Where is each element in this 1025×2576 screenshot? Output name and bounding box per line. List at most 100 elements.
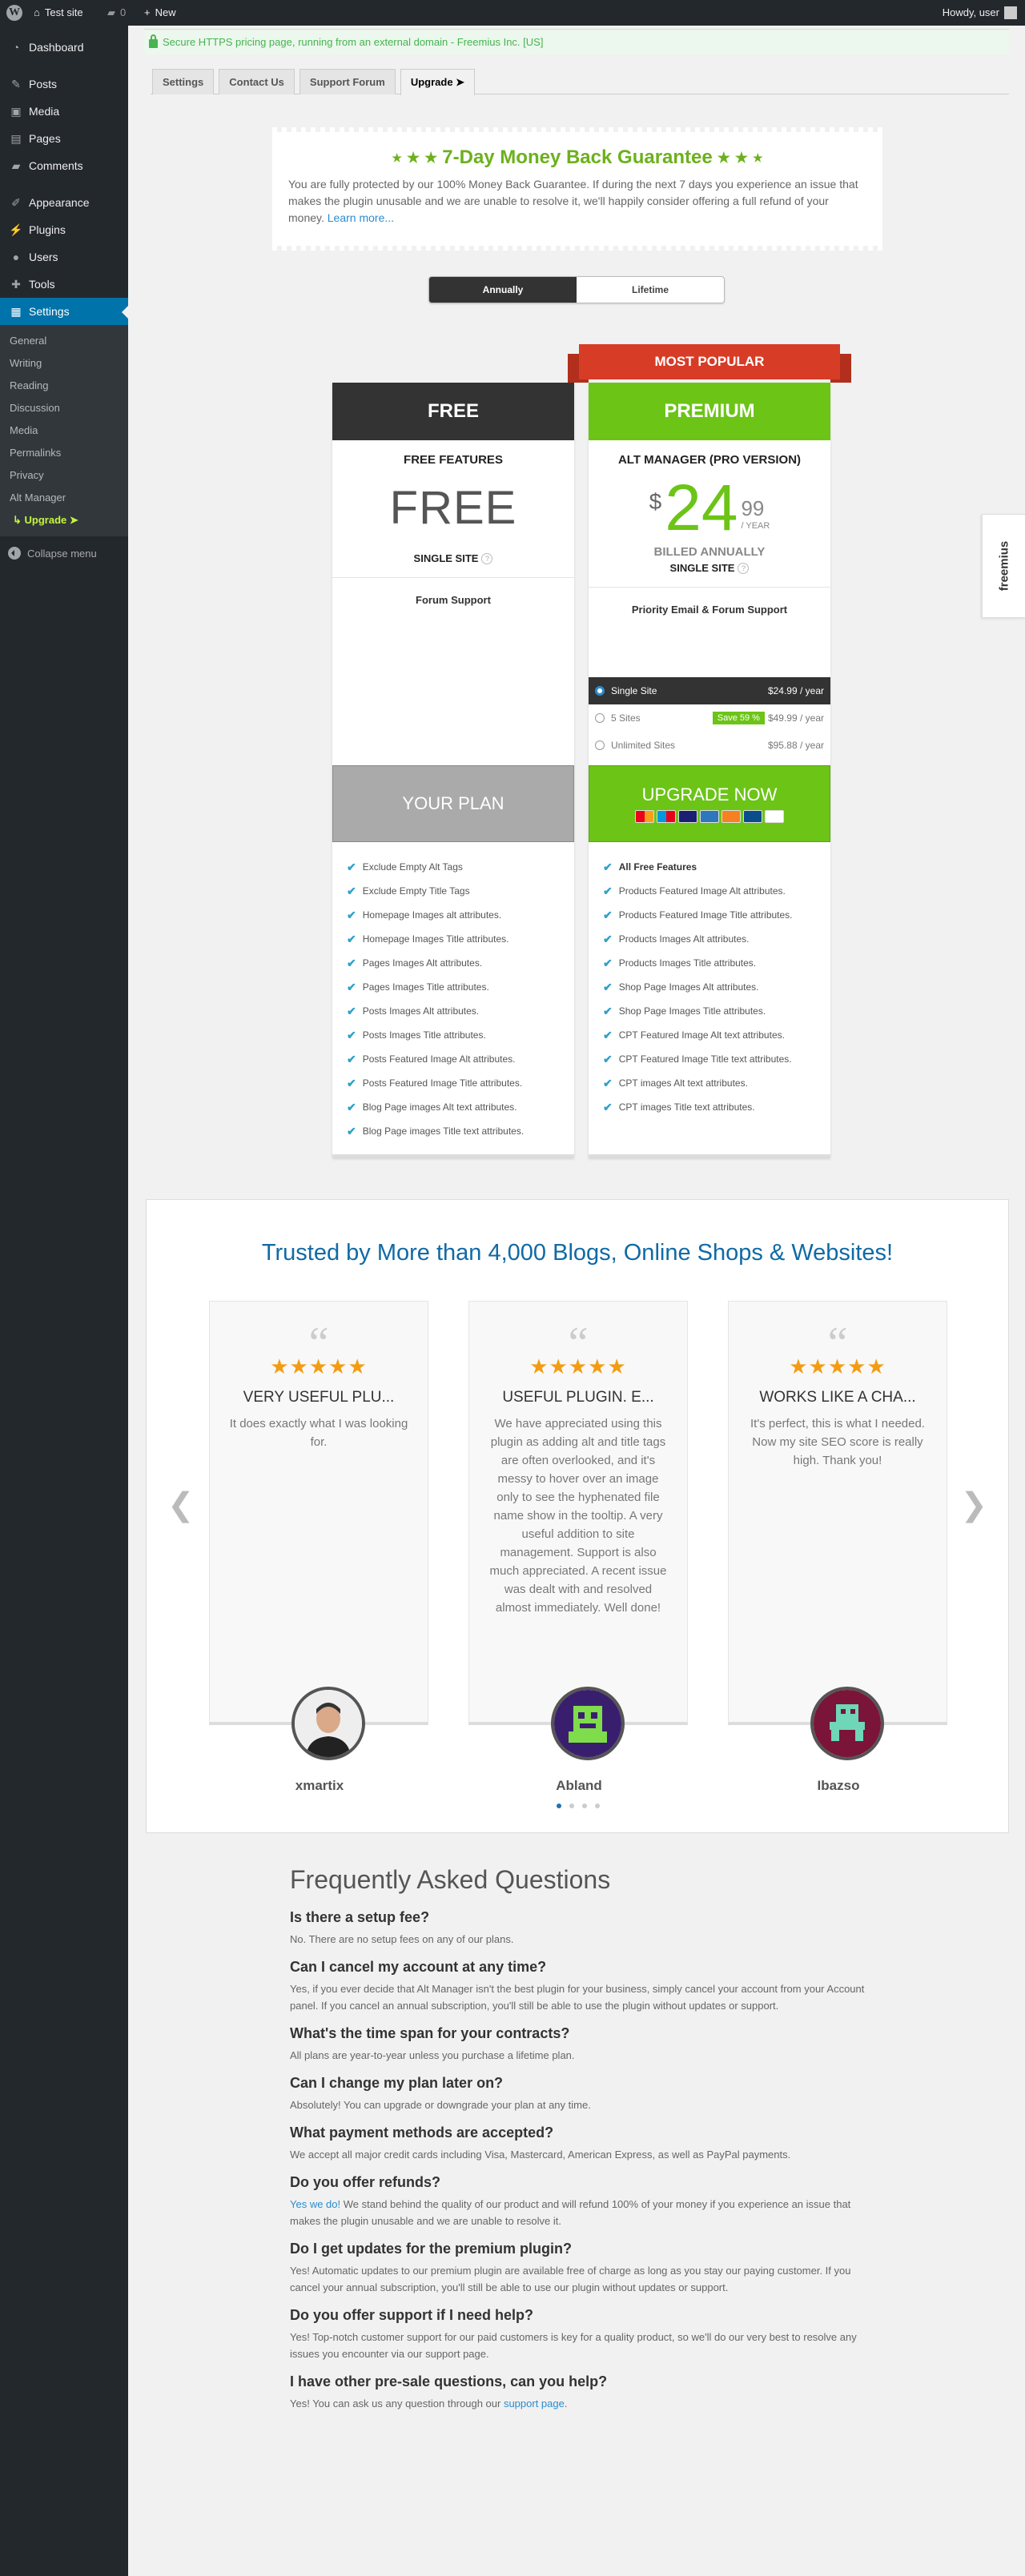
menu-plugins[interactable]: ⚡ Plugins [0, 216, 128, 243]
faq-answer: Yes! Automatic updates to our premium pl… [290, 2265, 851, 2293]
learn-more-link[interactable]: Learn more... [328, 211, 394, 224]
menu-appearance[interactable]: ✐ Appearance [0, 189, 128, 216]
plan-name: FREE [332, 383, 574, 440]
help-icon[interactable]: ? [738, 562, 750, 574]
menu-tools[interactable]: ✚ Tools [0, 271, 128, 298]
carousel-dot[interactable] [569, 1804, 574, 1808]
submenu-media[interactable]: Media [0, 419, 128, 442]
ribbon-label: MOST POPULAR [579, 344, 840, 379]
menu-comments[interactable]: ▰ Comments [0, 152, 128, 179]
faq-answer: We accept all major credit cards includi… [290, 2149, 791, 2161]
help-icon[interactable]: ? [481, 552, 493, 564]
star-icon: ★ [424, 149, 438, 166]
dashboard-icon: ◔ [12, 41, 20, 54]
site-name-link[interactable]: ⌂ Test site [34, 0, 83, 26]
plan-support: Forum Support [416, 594, 491, 606]
faq-answer: No. There are no setup fees on any of ou… [290, 1933, 514, 1945]
license-option-unlimited[interactable]: Unlimited Sites $95.88 / year [589, 732, 830, 759]
check-icon: ✔ [603, 1100, 613, 1113]
check-icon: ✔ [347, 956, 356, 969]
menu-pages[interactable]: ▤ Pages [0, 125, 128, 152]
savings-badge: Save 59 % [712, 712, 765, 724]
check-icon: ✔ [347, 1076, 356, 1089]
plan-features: ✔ Exclude Empty Alt Tags ✔ Exclude Empty T… [332, 855, 574, 1143]
submenu-upgrade[interactable]: ↳ Upgrade ➤ [0, 509, 128, 532]
collapse-menu-button[interactable]: Collapse menu [0, 540, 128, 567]
star-icon: ★ [753, 150, 763, 164]
check-icon: ✔ [603, 1052, 613, 1065]
check-icon: ✔ [347, 1052, 356, 1065]
list-item: ✔ CPT Featured Image Title text attribute… [603, 1052, 792, 1065]
carousel-dot[interactable] [557, 1804, 561, 1808]
admin-bar: W ⌂ Test site ▰ 0 + New Howdy, user [0, 0, 1025, 26]
tab-contact-us[interactable]: Contact Us [219, 69, 295, 94]
radio-button[interactable] [595, 740, 605, 750]
star-icon: ★ [734, 149, 749, 166]
submenu-discussion[interactable]: Discussion [0, 397, 128, 419]
radio-button[interactable] [595, 713, 605, 723]
radio-button[interactable] [595, 686, 605, 696]
license-option-single[interactable]: Single Site $24.99 / year [589, 677, 830, 704]
testimonial-author: xmartix [295, 1778, 344, 1793]
carousel-dot[interactable] [595, 1804, 600, 1808]
submenu-general[interactable]: General [0, 330, 128, 352]
faq-question: Is there a setup fee? [290, 1909, 430, 1925]
check-icon: ✔ [603, 932, 613, 945]
freemius-badge[interactable]: freemius [982, 514, 1025, 618]
license-options: Single Site $24.99 / year 5 Sites Save 59 … [589, 677, 830, 759]
wp-logo-button[interactable]: W [6, 0, 22, 26]
comments-link[interactable]: ▰ 0 [107, 0, 126, 26]
tab-settings[interactable]: Settings [152, 69, 215, 94]
chevron-left-icon[interactable]: ❮ [167, 1487, 195, 1523]
tab-upgrade[interactable]: Upgrade ➤ [400, 69, 476, 95]
plan-features: ✔ All Free Features ✔ Products Featured Im… [589, 855, 830, 1119]
avatar [810, 1687, 884, 1760]
menu-posts[interactable]: ✎ Posts [0, 70, 128, 98]
menu-media[interactable]: ▣ Media [0, 98, 128, 125]
testimonial-text: We have appreciated using this plugin as… [489, 1417, 667, 1615]
billing-annually-button[interactable]: Annually [429, 277, 577, 303]
comments-icon: ▰ [11, 158, 21, 172]
submenu-alt-manager[interactable]: Alt Manager [0, 487, 128, 509]
chevron-right-icon[interactable]: ❯ [960, 1487, 987, 1523]
wordpress-icon: W [6, 5, 22, 21]
menu-dashboard[interactable]: ◔ Dashboard [0, 34, 128, 61]
check-icon: ✔ [347, 1100, 356, 1113]
list-item: ✔ All Free Features [603, 860, 697, 873]
star-rating: ★★★★★ [270, 1354, 368, 1378]
my-account-link[interactable]: Howdy, user [943, 0, 1017, 26]
list-item: ✔ Shop Page Images Alt attributes. [603, 980, 759, 993]
refund-link[interactable]: Yes we do! [290, 2198, 340, 2210]
billing-cycle-label: BILLED ANNUALLY [653, 545, 766, 559]
menu-settings[interactable]: ▦ Settings [0, 298, 128, 325]
list-item: ✔ Pages Images Alt attributes. [347, 956, 483, 969]
wrench-icon: ✚ [11, 277, 21, 291]
check-icon: ✔ [603, 1028, 613, 1041]
submenu-privacy[interactable]: Privacy [0, 464, 128, 487]
list-item: ✔ Posts Featured Image Title attributes. [347, 1076, 523, 1089]
guarantee-heading: ★ ★ ★ 7-Day Money Back Guarantee ★ ★ ★ [288, 146, 866, 170]
upgrade-now-button[interactable]: UPGRADE NOW [589, 765, 830, 842]
submenu-reading[interactable]: Reading [0, 375, 128, 397]
check-icon: ✔ [347, 908, 356, 921]
testimonials-section: Trusted by More than 4,000 Blogs, Online… [146, 1199, 1009, 1833]
faq-answer: Yes we do! We stand behind the quality o… [290, 2198, 851, 2227]
new-content-link[interactable]: + New [144, 0, 176, 26]
faq-question: What's the time span for your contracts? [290, 2025, 570, 2041]
tab-support-forum[interactable]: Support Forum [299, 69, 396, 94]
visa-icon [678, 810, 697, 823]
carousel-dot[interactable] [582, 1804, 587, 1808]
testimonial-title: USEFUL PLUGIN. E... [502, 1389, 654, 1406]
support-page-link[interactable]: support page [504, 2397, 565, 2409]
plan-sites: SINGLE SITE? [332, 552, 574, 564]
list-item: ✔ Products Featured Image Alt attributes. [603, 884, 786, 897]
billing-lifetime-button[interactable]: Lifetime [577, 277, 724, 303]
settings-submenu: General Writing Reading Discussion Media… [0, 325, 128, 536]
menu-users[interactable]: ● Users [0, 243, 128, 271]
testimonials-title: Trusted by More than 4,000 Blogs, Online… [261, 1240, 894, 1266]
testimonial-author: Ibazso [817, 1778, 860, 1793]
avatar [1004, 6, 1017, 19]
license-option-5-sites[interactable]: 5 Sites Save 59 % $49.99 / year [589, 704, 830, 732]
submenu-permalinks[interactable]: Permalinks [0, 442, 128, 464]
submenu-writing[interactable]: Writing [0, 352, 128, 375]
